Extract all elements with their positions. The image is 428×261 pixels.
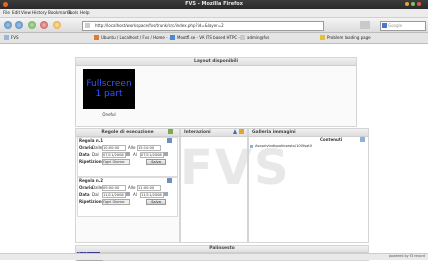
bookmark-icon	[94, 35, 99, 40]
search-engine-icon[interactable]	[382, 23, 387, 28]
bookmark-mootfl[interactable]: Mootfl.se - VA ITS based HTPC - ...	[177, 35, 245, 40]
alle-label: Alle	[128, 185, 136, 190]
menu-file[interactable]: File	[3, 10, 10, 15]
rule-2-time-to[interactable]: 11:00:00	[137, 185, 161, 191]
url-text[interactable]: http://localhost/workspace/fvs/trunk/src…	[95, 23, 224, 28]
rule-2-time-from[interactable]: 09:00:00	[102, 185, 126, 191]
interactions-panel: Interazioni	[180, 128, 248, 243]
gallery-panel-header: Galleria immagini	[249, 129, 368, 137]
rule-1-save-button[interactable]: Salva	[146, 159, 166, 165]
ripetizione-label: Ripetizione	[79, 199, 105, 204]
rule-2-date-to[interactable]: 11/11/2008	[140, 192, 164, 198]
rule-2-save-button[interactable]: Salva	[146, 199, 166, 205]
reload-icon[interactable]	[28, 21, 36, 29]
rule-1-time-from[interactable]: 10:00:00	[102, 145, 126, 151]
close-icon[interactable]	[417, 2, 421, 6]
calendar-icon[interactable]	[126, 152, 130, 156]
rule-2-date-from[interactable]: 11/11/2008	[102, 192, 126, 198]
navigation-toolbar: http://localhost/workspace/fvs/trunk/src…	[0, 18, 428, 33]
site-icon	[85, 23, 90, 28]
contenuti-header: Contenuti	[320, 137, 343, 142]
back-icon[interactable]	[4, 21, 12, 29]
stop-icon[interactable]	[40, 21, 48, 29]
gallery-item[interactable]: Avaprivtvdbpalinsesto/100fsat0	[255, 144, 312, 148]
search-placeholder[interactable]: Google	[388, 23, 402, 28]
home-icon[interactable]	[53, 21, 61, 29]
delete-rule-icon[interactable]	[167, 178, 172, 183]
image-icon	[250, 145, 253, 148]
minimize-icon[interactable]	[405, 2, 409, 6]
calendar-icon[interactable]	[164, 152, 168, 156]
bookmark-icon	[170, 35, 175, 40]
folder-icon[interactable]	[360, 137, 365, 142]
dalle-label: Dalle	[92, 145, 103, 150]
maximize-icon[interactable]	[411, 2, 415, 6]
rule-1-date-from[interactable]: 07/11/2008	[102, 152, 126, 158]
calendar-icon[interactable]	[126, 192, 130, 196]
menu-edit[interactable]: Edit	[12, 10, 20, 15]
data-label: Data	[79, 192, 90, 197]
url-bar[interactable]: http://localhost/workspace/fvs/trunk/src…	[82, 21, 324, 31]
data-label: Data	[79, 152, 90, 157]
rule-1-repeat-select[interactable]: Ogni Giorno	[102, 159, 130, 165]
layout-thumbnail-text[interactable]: Fullscreen 1 part	[83, 79, 135, 99]
calendar-icon[interactable]	[164, 192, 168, 196]
arrow-up-icon[interactable]	[233, 129, 237, 134]
dalle-label: Dalle	[92, 185, 103, 190]
bookmark-icon	[4, 35, 9, 40]
delete-rule-icon[interactable]	[167, 138, 172, 143]
al-label: Al	[133, 152, 137, 157]
layout-name: Oneful	[102, 112, 116, 117]
rule-1-time-to[interactable]: 15:10:00	[137, 145, 161, 151]
rules-panel-header: Regole di esecuzione	[76, 129, 179, 137]
search-bar[interactable]: Google	[380, 21, 426, 31]
menu-help[interactable]: Help	[80, 10, 90, 15]
ripetizione-label: Ripetizione	[79, 159, 105, 164]
alle-label: Alle	[128, 145, 136, 150]
rule-2-title: Regola n.2	[79, 178, 104, 183]
warning-icon	[320, 35, 325, 40]
bookmark-fvs[interactable]: FVS	[11, 35, 19, 40]
add-rule-icon[interactable]	[168, 129, 173, 134]
add-interaction-icon[interactable]	[239, 129, 244, 134]
bookmark-icon	[240, 35, 245, 40]
rule-1-date-to[interactable]: 07/11/2008	[140, 152, 164, 158]
bookmark-ubuntu[interactable]: Ubuntu / Localhost / Fvs / Home - ...	[101, 35, 173, 40]
menu-history[interactable]: History	[32, 10, 47, 15]
interactions-panel-header: Interazioni	[181, 129, 247, 137]
menu-tools[interactable]: Tools	[68, 10, 78, 15]
rule-2-repeat-select[interactable]: Ogni Giorno	[102, 199, 130, 205]
dal-label: Dal	[92, 152, 99, 157]
bookmarks-bar: FVS Ubuntu / Localhost / Fvs / Home - ..…	[0, 33, 428, 44]
bookmark-admin[interactable]: admin@fvs	[247, 35, 269, 40]
window-title: FVS - Mozilla Firefox	[185, 1, 243, 7]
dal-label: Dal	[92, 192, 99, 197]
menu-view[interactable]: View	[21, 10, 31, 15]
status-text: powered by f3 record	[388, 254, 425, 258]
rule-1-title: Regola n.1	[79, 138, 104, 143]
bookmark-problem[interactable]: Problem loading page	[327, 35, 371, 40]
menu-bar: File Edit View History Bookmarks Tools H…	[0, 9, 428, 18]
go-icon[interactable]	[360, 21, 370, 29]
forward-icon[interactable]	[15, 21, 23, 29]
al-label: Al	[133, 192, 137, 197]
layout-panel-header: Layout disponibili	[76, 58, 356, 66]
